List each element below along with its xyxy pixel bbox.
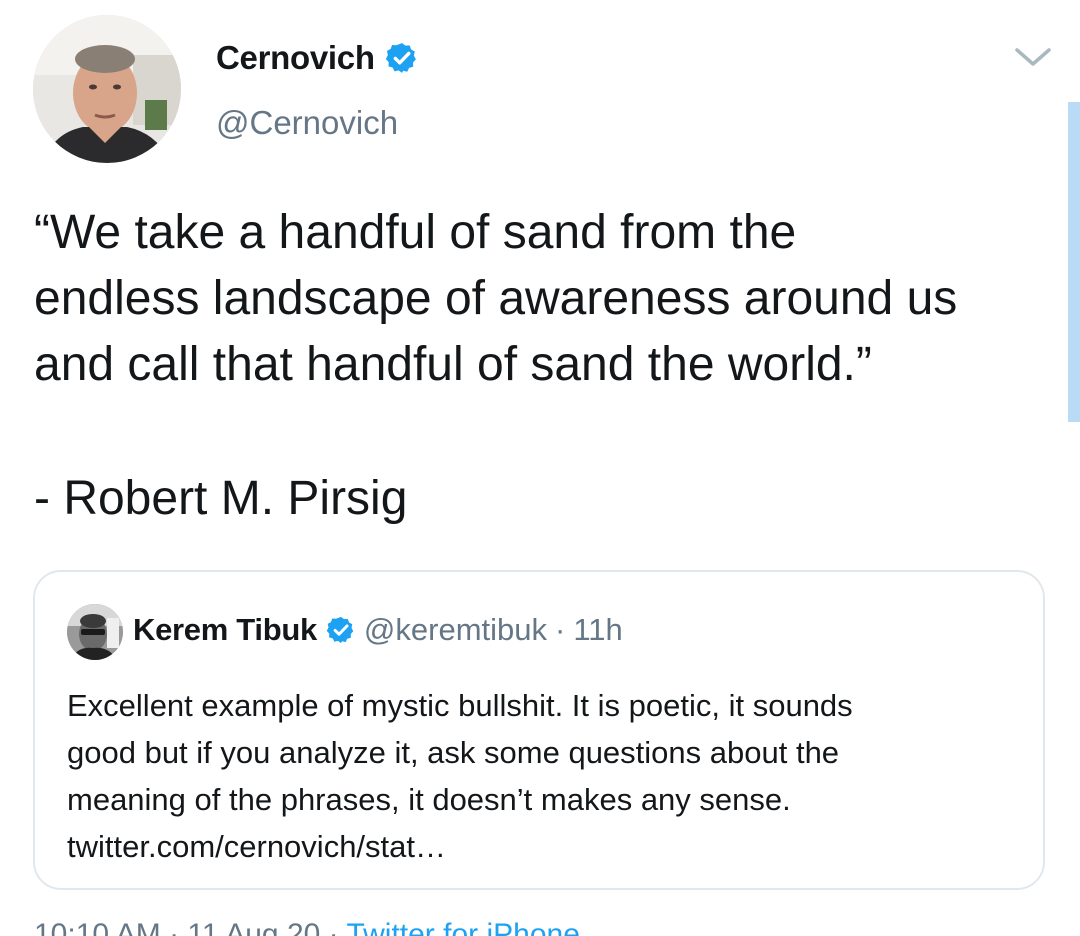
quoted-tweet-link[interactable]: twitter.com/cernovich/stat… [67, 823, 1027, 870]
quoted-text-line: meaning of the phrases, it doesn’t makes… [67, 782, 791, 817]
author-name[interactable]: Cernovich [216, 39, 375, 77]
quoted-text-line: Excellent example of mystic bullshit. It… [67, 688, 853, 723]
tweet-footer-meta: 10:10 AM · 11 Aug 20 · Twitter for iPhon… [34, 918, 580, 936]
quoted-tweet-time[interactable]: 11h [573, 612, 622, 648]
author-name-row[interactable]: Cernovich [216, 36, 419, 80]
scroll-indicator [1068, 102, 1080, 422]
author-handle[interactable]: @Cernovich [216, 104, 398, 142]
tweet: Cernovich @Cernovich “We take a handful … [0, 0, 1080, 936]
author-photo [33, 15, 181, 163]
tweet-text-line: “We take a handful of sand from the [34, 206, 797, 259]
tweet-source-link[interactable]: Twitter for iPhone [346, 918, 579, 936]
chevron-down-icon[interactable] [1013, 42, 1053, 72]
tweet-text: “We take a handful of sand from the endl… [34, 200, 1054, 398]
quoted-author-handle[interactable]: @keremtibuk [364, 612, 547, 648]
verified-badge-icon [326, 616, 354, 644]
quoted-tweet-card[interactable]: Kerem Tibuk @keremtibuk · 11h Excellent … [33, 570, 1045, 890]
quoted-author-photo [67, 604, 123, 660]
quoted-tweet-header: Kerem Tibuk @keremtibuk · 11h [133, 608, 623, 652]
quoted-author-avatar[interactable] [67, 604, 123, 660]
tweet-text-line: and call that handful of sand the world.… [34, 338, 872, 391]
tweet-text-line: endless landscape of awareness around us [34, 272, 958, 325]
verified-badge-icon [385, 43, 416, 73]
quoted-author-name[interactable]: Kerem Tibuk [133, 612, 317, 648]
tweet-timestamp[interactable]: 10:10 AM · 11 Aug 20 · [34, 918, 339, 936]
quoted-text-line: good but if you analyze it, ask some que… [67, 735, 840, 770]
tweet-attribution: - Robert M. Pirsig [34, 472, 408, 525]
quoted-tweet-text: Excellent example of mystic bullshit. It… [67, 682, 1027, 870]
separator-dot: · [555, 612, 566, 647]
author-avatar[interactable] [33, 15, 181, 163]
